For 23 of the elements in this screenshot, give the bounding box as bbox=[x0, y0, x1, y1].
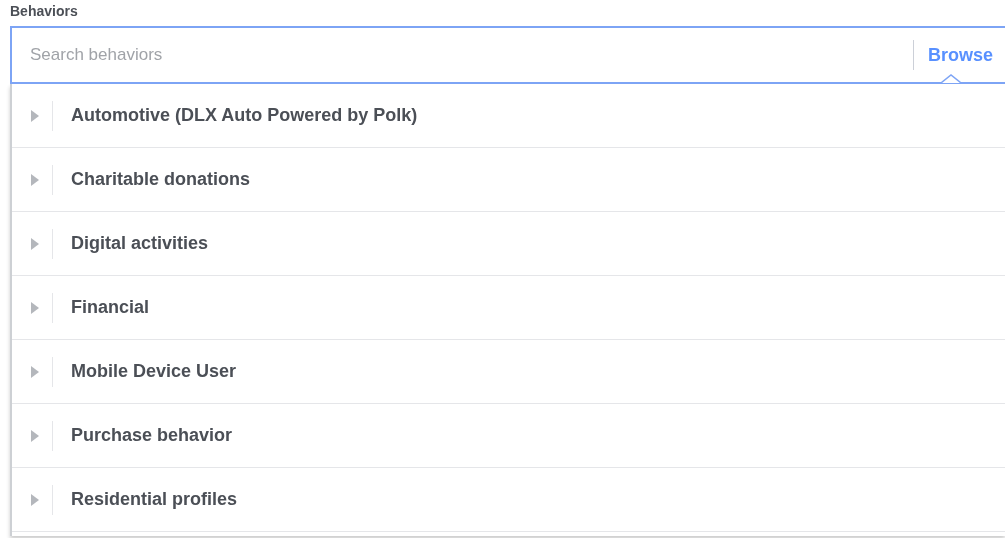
expand-arrow-icon[interactable] bbox=[30, 237, 40, 250]
category-label: Charitable donations bbox=[71, 169, 250, 190]
expand-arrow-icon[interactable] bbox=[30, 301, 40, 314]
category-item[interactable]: Mobile Device User bbox=[12, 340, 1005, 404]
pointer-icon bbox=[941, 74, 961, 84]
category-item[interactable]: Residential profiles bbox=[12, 468, 1005, 532]
category-label: Purchase behavior bbox=[71, 425, 233, 446]
section-label: Behaviors bbox=[10, 2, 79, 20]
category-label: Digital activities bbox=[71, 233, 209, 254]
expand-arrow-icon[interactable] bbox=[30, 429, 40, 442]
expand-arrow-icon[interactable] bbox=[30, 109, 40, 122]
category-item[interactable]: Digital activities bbox=[12, 212, 1005, 276]
category-item[interactable]: Financial bbox=[12, 276, 1005, 340]
category-item[interactable]: Automotive (DLX Auto Powered by Polk) bbox=[12, 84, 1005, 148]
expand-arrow-icon[interactable] bbox=[30, 173, 40, 186]
category-item[interactable]: Charitable donations bbox=[12, 148, 1005, 212]
expand-arrow-icon[interactable] bbox=[30, 493, 40, 506]
category-label: Residential profiles bbox=[71, 489, 238, 510]
expand-arrow-icon[interactable] bbox=[30, 365, 40, 378]
category-label: Financial bbox=[71, 297, 150, 318]
category-item[interactable]: Purchase behavior bbox=[12, 404, 1005, 468]
category-label: Automotive (DLX Auto Powered by Polk) bbox=[71, 105, 418, 126]
category-label: Mobile Device User bbox=[71, 361, 237, 382]
